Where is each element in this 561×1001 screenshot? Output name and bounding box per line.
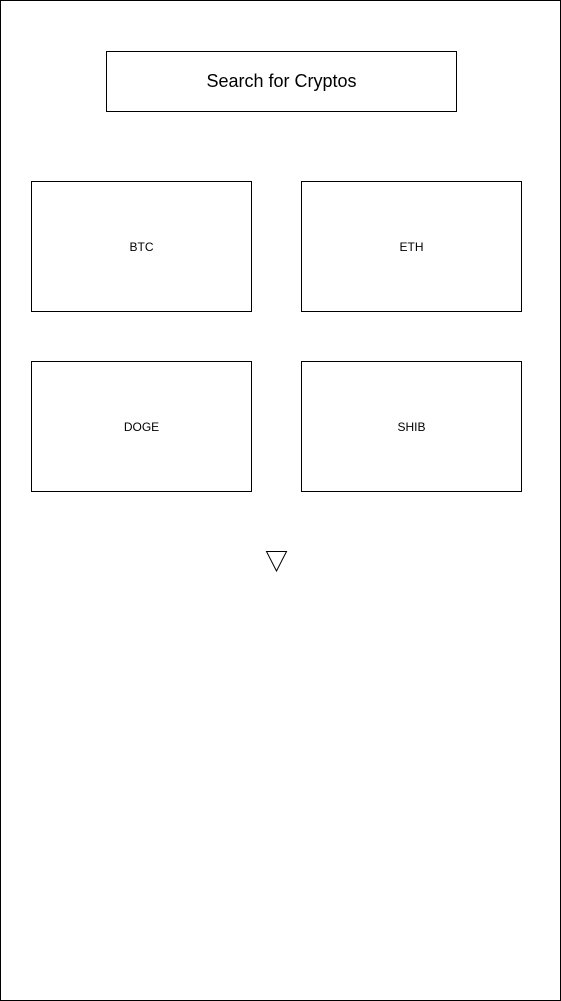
crypto-symbol: DOGE bbox=[123, 419, 160, 434]
search-label: Search for Cryptos bbox=[206, 71, 357, 91]
app-frame: Search for Cryptos BTC ETH DOGE SHIB bbox=[0, 0, 561, 1001]
triangle-down-icon bbox=[265, 551, 288, 573]
crypto-symbol: SHIB bbox=[397, 419, 426, 434]
show-more-button[interactable] bbox=[264, 549, 290, 575]
search-input[interactable]: Search for Cryptos bbox=[106, 51, 457, 112]
crypto-tile-doge[interactable]: DOGE bbox=[31, 361, 252, 492]
crypto-tile-btc[interactable]: BTC bbox=[31, 181, 252, 312]
crypto-symbol: BTC bbox=[129, 239, 154, 254]
crypto-tile-eth[interactable]: ETH bbox=[301, 181, 522, 312]
crypto-tile-shib[interactable]: SHIB bbox=[301, 361, 522, 492]
crypto-symbol: ETH bbox=[399, 239, 424, 254]
